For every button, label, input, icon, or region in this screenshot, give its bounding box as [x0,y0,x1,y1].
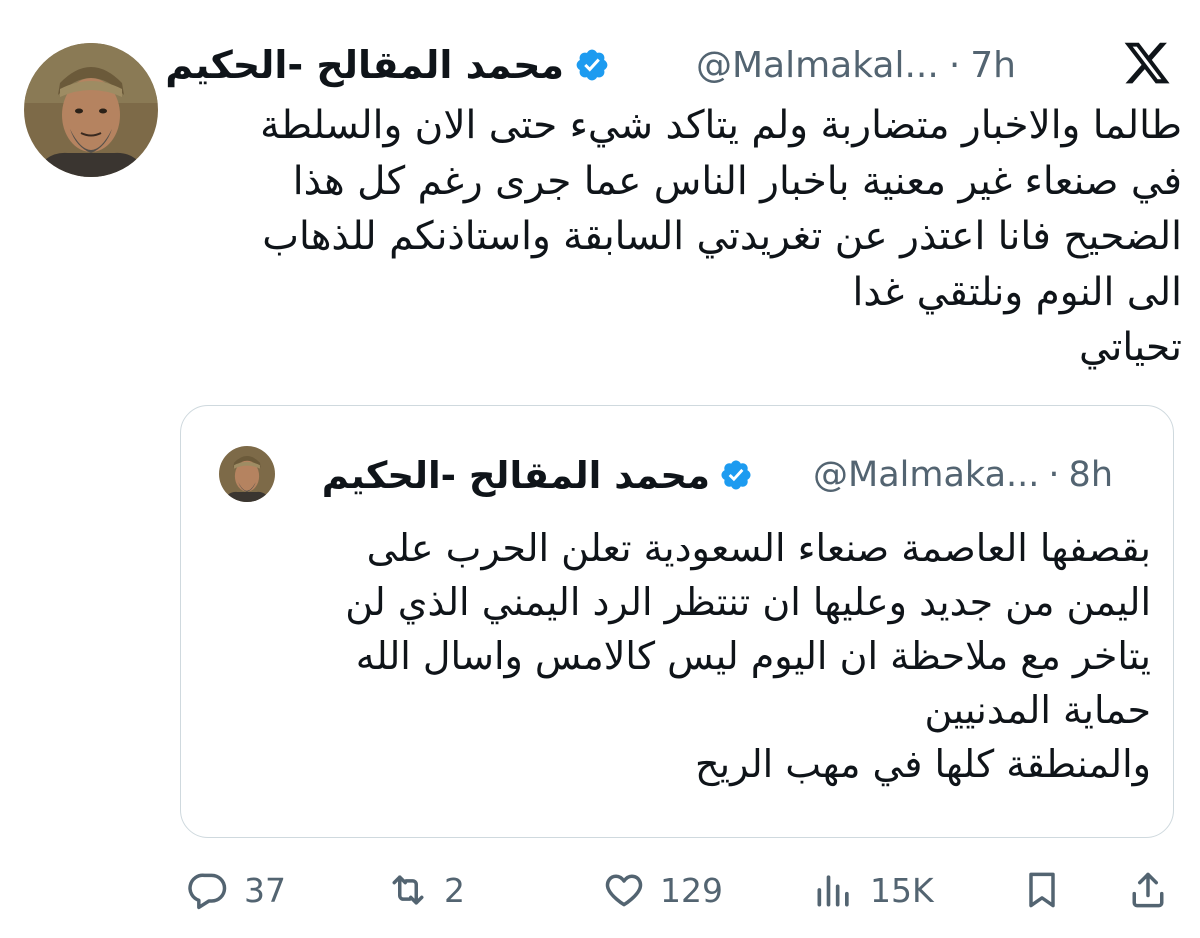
reply-button[interactable]: 37 [186,855,286,925]
quoted-tweet-text: بقصفها العاصمة صنعاء السعودية تعلن الحرب… [345,526,1151,786]
heart-icon [605,874,643,907]
repost-count: 2 [444,870,465,910]
author-display-name[interactable]: محمد المقالح -الحكيم [165,43,564,87]
verified-badge-icon[interactable] [574,47,610,83]
quoted-author-display-name[interactable]: محمد المقالح -الحكيم [322,454,710,497]
views-count: 15K [870,870,934,910]
quoted-meta-row: @Malmaka... · 8h [813,450,1113,500]
tweet-text: طالما والاخبار متضاربة ولم يتاكد شيء حتى… [260,103,1182,370]
verified-badge-icon[interactable] [719,458,753,492]
like-count: 129 [660,870,723,910]
meta-separator: · [948,44,961,86]
repost-icon [392,875,424,905]
share-icon[interactable] [1126,868,1170,912]
quoted-tweet-time[interactable]: 8h [1069,455,1113,495]
tweet-header: @Malmakal... · 7h [696,40,1016,90]
views-button[interactable]: 15K [812,855,934,925]
reply-count: 37 [244,870,286,910]
quoted-meta-separator: · [1048,455,1060,495]
quoted-author-handle[interactable]: @Malmaka... [813,455,1039,495]
x-logo-icon[interactable] [1122,38,1172,88]
quoted-tweet-card[interactable]: @Malmaka... · 8h محمد المقالح -الحكيم بق… [180,405,1174,838]
tweet-name-row: محمد المقالح -الحكيم [165,40,610,90]
quoted-author-avatar[interactable] [219,446,275,502]
author-avatar[interactable] [24,43,158,177]
author-handle[interactable]: @Malmakal... [696,45,939,86]
bookmark-icon[interactable] [1020,868,1064,912]
like-button[interactable]: 129 [602,855,723,925]
quoted-name-row: محمد المقالح -الحكيم [322,450,753,500]
repost-button[interactable]: 2 [386,855,465,925]
reply-icon [188,873,227,910]
action-bar: 37 2 129 15K [0,855,1200,925]
views-icon [817,875,849,907]
tweet-time[interactable]: 7h [970,45,1016,86]
